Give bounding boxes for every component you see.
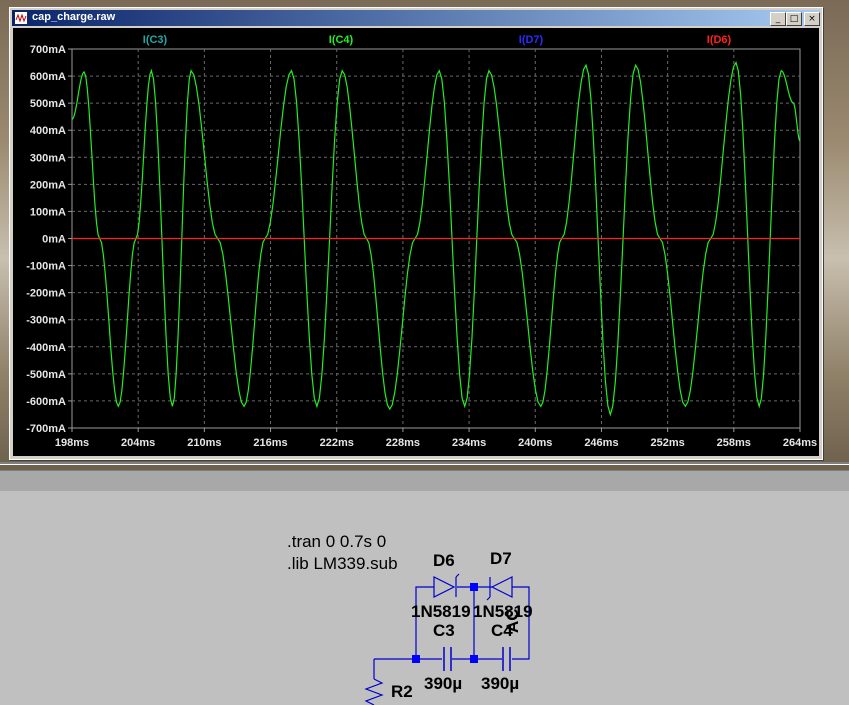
x-tick-label: 246ms — [584, 437, 618, 449]
x-tick-label: 240ms — [518, 437, 552, 449]
splitter-highlight — [0, 464, 849, 465]
y-tick-label: -500mA — [26, 369, 66, 381]
c3-label[interactable]: C3 — [433, 621, 455, 641]
x-tick-label: 264ms — [783, 437, 817, 449]
schematic-editor[interactable]: .tran 0 0.7s 0 .lib LM339.sub D6 D7 1N58… — [0, 491, 849, 705]
y-tick-label: 600mA — [30, 71, 66, 83]
lib-directive[interactable]: .lib LM339.sub — [287, 554, 398, 574]
y-tick-label: 200mA — [30, 179, 66, 191]
y-tick-label: 700mA — [30, 44, 66, 56]
y-tick-label: -400mA — [26, 342, 66, 354]
waveform-icon — [15, 12, 27, 24]
schematic-header-band — [0, 470, 849, 491]
x-tick-label: 228ms — [386, 437, 420, 449]
x-tick-label: 198ms — [55, 437, 89, 449]
x-tick-label: 210ms — [187, 437, 221, 449]
y-tick-label: 400mA — [30, 125, 66, 137]
x-tick-label: 234ms — [452, 437, 486, 449]
trace-legend-label: I(D7) — [519, 34, 544, 46]
tran-directive[interactable]: .tran 0 0.7s 0 — [287, 532, 386, 552]
window-title: cap_charge.raw — [32, 11, 116, 23]
r2-label[interactable]: R2 — [391, 682, 413, 702]
waveform-plot[interactable]: 700mA 600mA 500mA 400mA 300mA 200mA 100mA 0mA -1… — [13, 28, 819, 456]
y-tick-label: 0mA — [42, 234, 66, 246]
trace-legend-label: I(D6) — [707, 34, 732, 46]
y-tick-label: 500mA — [30, 98, 66, 110]
d6-model-label[interactable]: 1N5819 — [411, 602, 471, 622]
y-tick-label: 300mA — [30, 152, 66, 164]
y-tick-label: -600mA — [26, 396, 66, 408]
y-tick-label: -100mA — [26, 261, 66, 273]
x-tick-label: 258ms — [717, 437, 751, 449]
plot-area[interactable]: 700mA 600mA 500mA 400mA 300mA 200mA 100mA 0mA -1… — [13, 28, 819, 456]
trace-legend-label: I(C3) — [143, 34, 168, 46]
diode-d6-symbol — [433, 573, 460, 598]
close-button[interactable]: × — [804, 12, 820, 26]
title-bar[interactable]: cap_charge.raw _ □ × — [12, 10, 820, 26]
capacitor-c4-symbol — [502, 647, 511, 671]
resistor-r2-symbol — [364, 678, 384, 705]
trace-legend-label: I(C4) — [329, 34, 354, 46]
diode-d7-symbol — [486, 576, 513, 601]
y-tick-label: -200mA — [26, 288, 66, 300]
y-tick-label: 100mA — [30, 206, 66, 218]
y-tick-label: -700mA — [26, 423, 66, 435]
d7-label[interactable]: D7 — [490, 549, 512, 569]
capacitor-c3-symbol — [443, 647, 452, 671]
minimize-button[interactable]: _ — [770, 12, 786, 26]
x-tick-label: 204ms — [121, 437, 155, 449]
x-tick-label: 252ms — [651, 437, 685, 449]
c3-value[interactable]: 390µ — [424, 674, 462, 694]
c4-value[interactable]: 390µ — [481, 674, 519, 694]
waveform-window[interactable]: cap_charge.raw _ □ × 700mA 600mA 500mA 400m… — [9, 7, 823, 460]
d6-label[interactable]: D6 — [433, 551, 455, 571]
schematic-canvas[interactable] — [0, 491, 849, 705]
x-tick-label: 222ms — [320, 437, 354, 449]
y-tick-label: -300mA — [26, 315, 66, 327]
x-tick-label: 216ms — [253, 437, 287, 449]
maximize-button[interactable]: □ — [786, 12, 802, 26]
ac-source-label[interactable]: AC — [503, 608, 523, 633]
